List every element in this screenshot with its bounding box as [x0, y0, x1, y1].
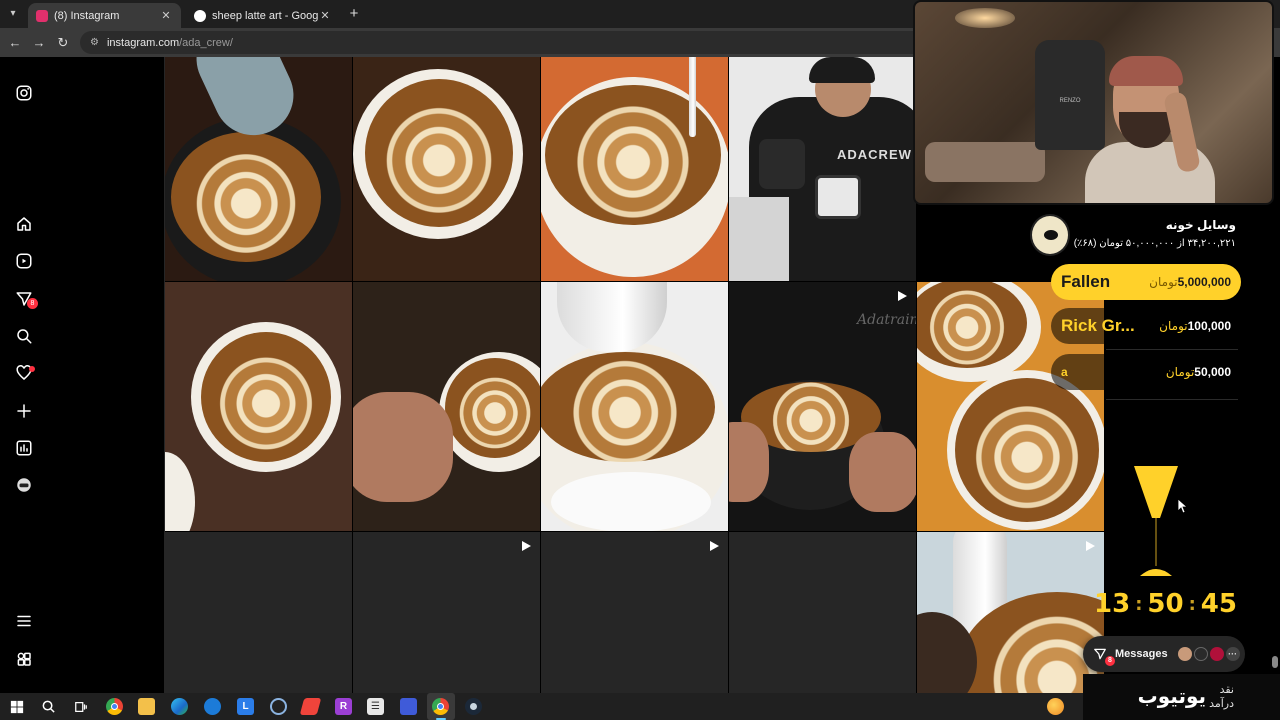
close-tab-icon[interactable]: ✕ — [318, 9, 332, 22]
donor-amount: 50,000تومان — [1165, 365, 1231, 379]
avatar — [1209, 647, 1224, 661]
sign-sub-text: درآمد — [1209, 698, 1234, 710]
post-thumbnail[interactable] — [917, 532, 1104, 693]
site-info-icon[interactable]: ⚙ — [90, 37, 99, 48]
timer-seconds: 45 — [1200, 589, 1237, 619]
post-thumbnail[interactable] — [165, 57, 352, 281]
countdown-timer: 13 : 50 : 45 — [1094, 589, 1237, 619]
post-thumbnail[interactable]: Adatrain — [729, 282, 916, 531]
instagram-favicon-icon — [36, 9, 48, 22]
anydesk-icon[interactable] — [299, 698, 322, 715]
reel-icon — [710, 541, 719, 551]
search-icon[interactable] — [40, 698, 57, 715]
donor-row: Rick Gr... 100,000تومان — [1051, 308, 1241, 344]
sign-main-text: یوتیوب — [1137, 686, 1206, 708]
home-icon[interactable] — [14, 214, 34, 234]
timer-minutes: 50 — [1147, 589, 1184, 619]
streamlabs-icon[interactable] — [400, 698, 417, 715]
close-tab-icon[interactable]: ✕ — [159, 9, 173, 22]
message-avatars: ··· — [1177, 647, 1242, 661]
messages-badge: 8 — [27, 298, 38, 309]
windows-taskbar: L R ☰ — [0, 693, 1083, 720]
rider-icon[interactable]: R — [335, 698, 352, 715]
google-favicon-icon — [194, 9, 206, 22]
post-thumbnail-loading[interactable] — [353, 532, 540, 693]
new-tab-button[interactable]: + — [344, 4, 364, 24]
notifications-dot — [29, 366, 35, 372]
tab-instagram[interactable]: (8) Instagram ✕ — [28, 3, 181, 28]
tab-title: (8) Instagram — [54, 9, 120, 22]
post-thumbnail[interactable] — [541, 282, 728, 531]
file-explorer-icon[interactable] — [138, 698, 155, 715]
donor-name: Fallen — [1061, 272, 1111, 291]
reel-icon — [1086, 541, 1095, 551]
sharex-icon[interactable] — [204, 698, 221, 715]
streamer-webcam: RENZO — [913, 0, 1274, 205]
edge-icon[interactable] — [171, 698, 188, 715]
post-thumbnail[interactable] — [353, 282, 540, 531]
goal-avatar — [1030, 214, 1070, 256]
post-thumbnail[interactable] — [541, 57, 728, 281]
post-thumbnail-loading[interactable] — [165, 532, 352, 693]
steam-icon[interactable] — [465, 698, 482, 715]
tab-title: sheep latte art - Google Search — [212, 9, 318, 22]
profile-icon[interactable] — [14, 475, 34, 495]
post-watermark: Adatrain — [857, 312, 916, 328]
donor-name: Rick Gr... — [1061, 316, 1135, 335]
more-icon[interactable] — [14, 611, 34, 631]
post-thumbnail[interactable] — [353, 57, 540, 281]
create-icon[interactable] — [14, 401, 34, 421]
mouse-cursor-icon — [1177, 498, 1187, 514]
sign-sub-text: نقد — [1219, 684, 1234, 696]
timer-hours: 13 — [1094, 589, 1131, 619]
weather-icon[interactable] — [1047, 698, 1064, 715]
donation-goal-widget: وسایل خونه ۳۴,۲۰۰,۲۲۱ از ۵۰,۰۰۰,۰۰۰ توما… — [1030, 212, 1248, 260]
url-host: instagram.com — [106, 36, 180, 49]
post-thumbnail-loading[interactable] — [541, 532, 728, 693]
gaming-chair — [1035, 40, 1105, 150]
dashboard-icon[interactable] — [14, 438, 34, 458]
obs-icon[interactable] — [270, 698, 287, 715]
post-thumbnail[interactable]: ADACREW — [729, 57, 916, 281]
windows-start-icon[interactable] — [8, 698, 25, 715]
task-view-icon[interactable] — [72, 698, 89, 715]
avatar — [1193, 647, 1208, 661]
hourglass-icon — [1134, 466, 1178, 576]
messages-badge: 8 — [1105, 656, 1115, 666]
chrome-active-icon[interactable] — [432, 698, 449, 715]
instagram-sidebar: 8 — [0, 57, 165, 693]
notepad-icon[interactable]: ☰ — [367, 698, 384, 715]
url-path: /ada_crew/ — [179, 36, 233, 49]
stream-overlay-sign: یوتیوب نقد درآمد — [1083, 674, 1280, 720]
avatar — [1177, 647, 1192, 661]
forward-button[interactable]: → — [29, 33, 49, 53]
donor-row: a 50,000تومان — [1051, 354, 1241, 390]
donor-amount: 5,000,000تومان — [1149, 275, 1231, 289]
top-donor-row: Fallen 5,000,000تومان — [1051, 264, 1241, 300]
more-avatars: ··· — [1225, 647, 1240, 661]
reload-button[interactable]: ↻ — [53, 33, 73, 53]
chrome-icon[interactable] — [106, 698, 123, 715]
donor-name: a — [1061, 365, 1068, 379]
search-icon[interactable] — [14, 326, 34, 346]
lightshot-icon[interactable]: L — [237, 698, 254, 715]
post-thumbnail[interactable] — [165, 282, 352, 531]
tab-google-search[interactable]: sheep latte art - Google Search ✕ — [186, 3, 340, 28]
reel-icon — [898, 291, 907, 301]
chair-brand: RENZO — [1059, 98, 1081, 104]
tab-search-button[interactable]: ▾ — [4, 5, 22, 23]
back-button[interactable]: ← — [5, 33, 25, 53]
donor-amount: 100,000تومان — [1159, 319, 1231, 333]
post-thumbnail-loading[interactable] — [729, 532, 916, 693]
instagram-icon[interactable] — [14, 83, 34, 103]
messages-label: Messages — [1115, 648, 1168, 660]
meta-apps-icon[interactable] — [14, 649, 34, 669]
page-scrollbar-thumb[interactable] — [1272, 656, 1278, 668]
reel-icon — [522, 541, 531, 551]
reels-icon[interactable] — [14, 251, 34, 271]
instagram-messages-widget[interactable]: 8 Messages ··· — [1083, 636, 1245, 672]
